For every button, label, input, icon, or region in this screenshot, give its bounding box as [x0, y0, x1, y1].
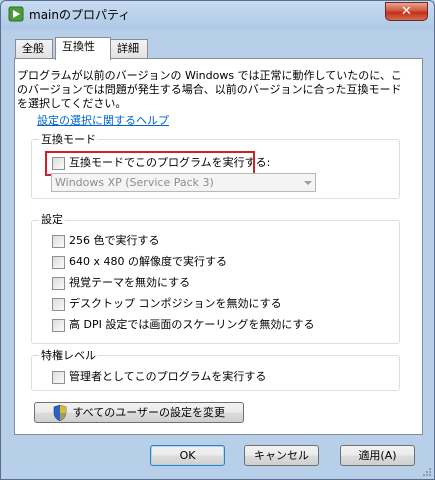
apply-button[interactable]: 適用(A): [340, 445, 415, 466]
run-as-admin-label[interactable]: 管理者としてこのプログラムを実行する: [69, 370, 266, 384]
setting-visual-themes-checkbox[interactable]: [52, 276, 65, 290]
tab-compatibility[interactable]: 互換性: [55, 37, 111, 60]
uac-shield-icon: [53, 405, 67, 421]
window-title: mainのプロパティ: [29, 8, 131, 22]
setting-desktop-composition-row[interactable]: デスクトップ コンポジションを無効にする: [52, 296, 282, 312]
tab-general[interactable]: 全般: [15, 39, 53, 59]
tab-details[interactable]: 詳細: [110, 39, 148, 59]
close-button[interactable]: ✕: [385, 2, 428, 21]
os-version-select-value: Windows XP (Service Pack 3): [55, 176, 214, 189]
resize-grip-icon[interactable]: [420, 465, 432, 477]
setting-dpi-scaling-checkbox[interactable]: [52, 318, 65, 332]
setting-640x480-label[interactable]: 640 x 480 の解像度で実行する: [69, 255, 227, 269]
setting-desktop-composition-label[interactable]: デスクトップ コンポジションを無効にする: [69, 297, 282, 311]
setting-desktop-composition-checkbox[interactable]: [52, 297, 65, 311]
run-as-admin-checkbox[interactable]: [52, 370, 65, 384]
setting-visual-themes-row[interactable]: 視覚テーマを無効にする: [52, 275, 190, 291]
change-all-users-button[interactable]: すべてのユーザーの設定を変更: [34, 402, 244, 423]
setting-256-colors-label[interactable]: 256 色で実行する: [69, 234, 160, 248]
help-link[interactable]: 設定の選択に関するヘルプ: [37, 112, 169, 128]
chevron-down-icon: [304, 181, 312, 185]
compat-description: プログラムが以前のバージョンの Windows では正常に動作していたのに、この…: [17, 69, 402, 110]
close-icon: ✕: [401, 4, 412, 19]
run-as-admin-row[interactable]: 管理者としてこのプログラムを実行する: [52, 369, 266, 385]
setting-256-colors-checkbox[interactable]: [52, 234, 65, 248]
app-icon: [8, 6, 24, 22]
setting-dpi-scaling-row[interactable]: 高 DPI 設定では画面のスケーリングを無効にする: [52, 317, 314, 333]
setting-640x480-row[interactable]: 640 x 480 の解像度で実行する: [52, 254, 227, 270]
compat-mode-group-label: 互換モード: [39, 131, 98, 147]
setting-640x480-checkbox[interactable]: [52, 255, 65, 269]
title-bar[interactable]: mainのプロパティ ✕: [1, 1, 434, 27]
setting-visual-themes-label[interactable]: 視覚テーマを無効にする: [69, 276, 190, 290]
properties-dialog: mainのプロパティ ✕ 全般 互換性 詳細 プログラムが以前のバージョンの W…: [0, 0, 435, 480]
os-version-select[interactable]: Windows XP (Service Pack 3): [51, 173, 316, 192]
privilege-group-label: 特権レベル: [39, 347, 98, 363]
change-all-users-label: すべてのユーザーの設定を変更: [72, 406, 226, 419]
setting-dpi-scaling-label[interactable]: 高 DPI 設定では画面のスケーリングを無効にする: [69, 318, 314, 332]
ok-button[interactable]: OK: [150, 445, 225, 466]
settings-group-label: 設定: [39, 211, 65, 227]
cancel-button[interactable]: キャンセル: [244, 445, 319, 466]
setting-256-colors-row[interactable]: 256 色で実行する: [52, 233, 160, 249]
